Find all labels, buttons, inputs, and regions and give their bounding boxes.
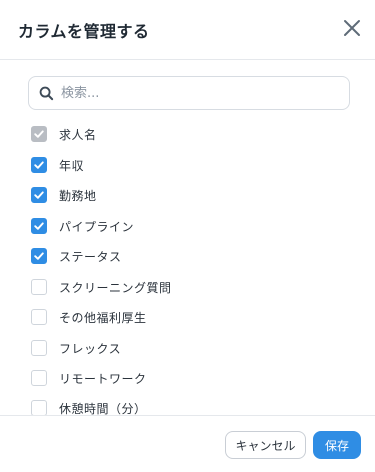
column-item-annual-salary[interactable]: 年収 [31,155,84,175]
manage-columns-dialog: カラムを管理する 求人名 年収 勤務地 [0,0,375,472]
column-checkbox[interactable] [31,340,47,356]
checkmark-icon [34,161,44,169]
column-list: 求人名 年収 勤務地 パイプライン ステータス スクリーニング質問 その他福利厚… [0,120,375,415]
column-checkbox[interactable] [31,400,47,415]
checkmark-icon [34,130,44,138]
column-item-job-title[interactable]: 求人名 [31,124,97,144]
search-box [28,76,350,110]
column-label: 年収 [59,158,85,173]
column-item-flex[interactable]: フレックス [31,338,121,358]
column-label: 勤務地 [59,188,97,203]
close-icon[interactable] [340,16,364,40]
column-label: フレックス [59,341,122,356]
column-checkbox[interactable] [31,248,47,264]
checkmark-icon [34,252,44,260]
dialog-footer: キャンセル 保存 [0,415,375,472]
column-checkbox[interactable] [31,187,47,203]
dialog-header: カラムを管理する [0,0,375,60]
column-label: 求人名 [59,127,97,142]
column-item-status[interactable]: ステータス [31,246,122,266]
checkmark-icon [34,191,44,199]
column-item-work-location[interactable]: 勤務地 [31,185,97,205]
column-checkbox[interactable] [31,370,47,386]
column-item-remote-work[interactable]: リモートワーク [31,368,147,388]
column-checkbox[interactable] [31,126,47,142]
column-label: 休憩時間（分） [59,401,147,416]
column-label: ステータス [59,249,122,264]
column-item-pipeline[interactable]: パイプライン [31,216,134,236]
column-item-other-benefits[interactable]: その他福利厚生 [31,307,147,327]
column-checkbox[interactable] [31,157,47,173]
column-label: リモートワーク [59,371,147,386]
column-checkbox[interactable] [31,218,47,234]
column-label: その他福利厚生 [59,310,147,325]
checkmark-icon [34,222,44,230]
column-item-break-time[interactable]: 休憩時間（分） [31,398,147,415]
column-item-screening-questions[interactable]: スクリーニング質問 [31,277,172,297]
column-label: パイプライン [59,219,135,234]
search-input[interactable] [61,77,341,109]
column-label: スクリーニング質問 [59,280,172,295]
column-checkbox[interactable] [31,279,47,295]
cancel-button[interactable]: キャンセル [225,431,306,459]
save-button[interactable]: 保存 [313,431,361,459]
search-icon [39,86,54,101]
column-checkbox[interactable] [31,309,47,325]
dialog-title: カラムを管理する [18,22,150,41]
